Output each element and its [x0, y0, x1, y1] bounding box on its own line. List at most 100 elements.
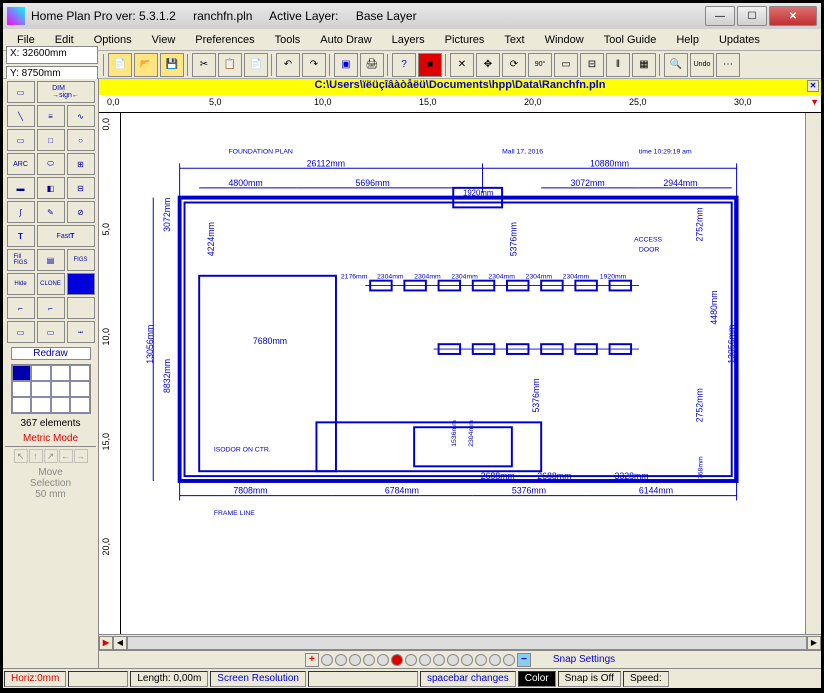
snap-dot-active[interactable] [391, 654, 403, 666]
new-icon[interactable]: 📄 [108, 53, 132, 77]
svg-text:3072mm: 3072mm [570, 178, 604, 188]
move-icon[interactable]: ✥ [476, 53, 500, 77]
tool-ellipse[interactable]: ⬭ [37, 153, 65, 175]
delete-icon[interactable]: ✕ [450, 53, 474, 77]
menu-view[interactable]: View [144, 32, 184, 48]
close-button[interactable]: ✕ [769, 6, 817, 26]
stop-icon[interactable]: ■ [418, 53, 442, 77]
svg-text:2688mm: 2688mm [537, 471, 571, 481]
snap-dot[interactable] [321, 654, 333, 666]
tool-arc[interactable]: ARC [7, 153, 35, 175]
save-icon[interactable]: 💾 [160, 53, 184, 77]
tool-polyline[interactable]: ∿ [67, 105, 95, 127]
status-color[interactable]: Color [518, 671, 556, 687]
tool-box2[interactable]: ▭ [37, 321, 65, 343]
tool-fill[interactable]: ▢ [67, 273, 95, 295]
tool-dim[interactable]: DIM→sign← [37, 81, 95, 103]
snap-minus-icon[interactable]: − [517, 653, 531, 667]
tool-text[interactable]: T [7, 225, 35, 247]
tool-path[interactable]: ⌐ [7, 297, 35, 319]
tool-hide[interactable]: Hide [7, 273, 35, 295]
scrollbar-vertical[interactable] [805, 113, 821, 634]
tool-window[interactable]: ⊟ [67, 177, 95, 199]
tool-marquee[interactable]: ▭ [7, 81, 35, 103]
snap-settings-label[interactable]: Snap Settings [553, 654, 615, 665]
drawing-canvas[interactable]: FOUNDATION PLAN Mall 17, 2016 time 10:29… [121, 113, 805, 634]
menu-window[interactable]: Window [537, 32, 592, 48]
tool-box1[interactable]: ▭ [7, 321, 35, 343]
redo-icon[interactable]: ↷ [302, 53, 326, 77]
menu-pictures[interactable]: Pictures [437, 32, 493, 48]
scrollbar-horizontal[interactable]: ▶ ◀ ▶ [99, 634, 821, 650]
tool-figs[interactable]: FIGS [67, 249, 95, 271]
status-screen[interactable]: Screen Resolution [210, 671, 306, 687]
angle-icon[interactable]: 90° [528, 53, 552, 77]
menu-text[interactable]: Text [496, 32, 532, 48]
svg-text:10880mm: 10880mm [590, 158, 629, 168]
tool-curve[interactable]: ∫ [7, 201, 35, 223]
menu-autodraw[interactable]: Auto Draw [312, 32, 379, 48]
tool-fillfigs[interactable]: FillFIGS [7, 249, 35, 271]
svg-text:6144mm: 6144mm [639, 486, 673, 496]
scroll-left-icon[interactable]: ◀ [113, 636, 127, 650]
menu-help[interactable]: Help [668, 32, 707, 48]
tool-dash[interactable]: ┅ [67, 321, 95, 343]
svg-text:3072mm: 3072mm [162, 198, 172, 232]
tool-door[interactable]: ◧ [37, 177, 65, 199]
ruler-horizontal: 0,0 5,0 10,0 15,0 20,0 25,0 30,0 ▼ [99, 95, 821, 113]
tool-grid[interactable]: ⊞ [67, 153, 95, 175]
svg-text:2752mm: 2752mm [694, 388, 704, 422]
tool-pen[interactable]: ✎ [37, 201, 65, 223]
banner-close-icon[interactable]: ✕ [807, 80, 819, 92]
tool-stairs[interactable]: ▤ [37, 249, 65, 271]
extra-icon[interactable]: ⋯ [716, 53, 740, 77]
color-grid[interactable] [11, 364, 91, 414]
menu-tools[interactable]: Tools [267, 32, 309, 48]
tool-line[interactable]: ╲ [7, 105, 35, 127]
menu-toolguide[interactable]: Tool Guide [596, 32, 665, 48]
undo-icon[interactable]: ↶ [276, 53, 300, 77]
tool-fasttext[interactable]: FastT [37, 225, 95, 247]
tool-cross[interactable]: ⊘ [67, 201, 95, 223]
hatch-icon[interactable]: ▦ [632, 53, 656, 77]
paste-icon[interactable]: 📄 [244, 53, 268, 77]
tool-circle[interactable]: ○ [67, 129, 95, 151]
nudge-arrows[interactable]: ↖↑↗←→ [14, 449, 88, 463]
svg-text:26112mm: 26112mm [307, 158, 345, 168]
tool-blank[interactable] [67, 297, 95, 319]
tool-multiline[interactable]: ≡ [37, 105, 65, 127]
cut-icon[interactable]: ✂ [192, 53, 216, 77]
open-icon[interactable]: 📂 [134, 53, 158, 77]
snap-plus-icon[interactable]: + [305, 653, 319, 667]
metric-mode[interactable]: Metric Mode [5, 431, 96, 447]
undo2-icon[interactable]: Undo [690, 53, 714, 77]
tool-path2[interactable]: ⌐ [37, 297, 65, 319]
maximize-button[interactable]: ☐ [737, 6, 767, 26]
svg-text:time 10:29:19 am: time 10:29:19 am [639, 149, 692, 156]
status-snap[interactable]: Snap is Off [558, 671, 621, 687]
screen-icon[interactable]: ▣ [334, 53, 358, 77]
copy-icon[interactable]: 📋 [218, 53, 242, 77]
svg-text:2304mm: 2304mm [451, 274, 478, 281]
menu-preferences[interactable]: Preferences [187, 32, 262, 48]
menu-updates[interactable]: Updates [711, 32, 768, 48]
svg-text:768mm: 768mm [697, 456, 704, 479]
tool-rect[interactable]: ▭ [7, 129, 35, 151]
zoom-icon[interactable]: 🔍 [664, 53, 688, 77]
tool-clone[interactable]: CLONE [37, 273, 65, 295]
rotate-icon[interactable]: ⟳ [502, 53, 526, 77]
align-icon[interactable]: ‖ [606, 53, 630, 77]
scroll-left-red-icon[interactable]: ▶ [99, 636, 113, 650]
status-horiz: Horiz:0mm [4, 671, 66, 687]
help-icon[interactable]: ? [392, 53, 416, 77]
svg-text:5376mm: 5376mm [531, 378, 541, 412]
tool-square[interactable]: □ [37, 129, 65, 151]
tool-wall[interactable]: ▬ [7, 177, 35, 199]
redraw-button[interactable]: Redraw [11, 347, 91, 360]
minimize-button[interactable]: — [705, 6, 735, 26]
select-icon[interactable]: ▭ [554, 53, 578, 77]
scroll-right-icon[interactable]: ▶ [807, 636, 821, 650]
break-icon[interactable]: ⊟ [580, 53, 604, 77]
menu-layers[interactable]: Layers [384, 32, 433, 48]
print-icon[interactable]: 🖨 [360, 53, 384, 77]
